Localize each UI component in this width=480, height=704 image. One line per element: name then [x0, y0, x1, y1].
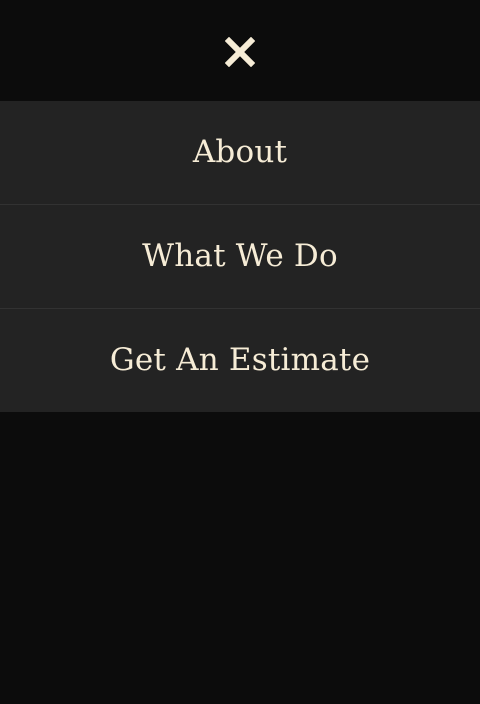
- close-button[interactable]: [220, 32, 260, 72]
- menu-item-what-we-do[interactable]: What We Do: [0, 205, 480, 309]
- menu-item-label: About: [192, 134, 288, 170]
- menu-item-label: What We Do: [142, 238, 338, 274]
- menu-list: About What We Do Get An Estimate: [0, 101, 480, 412]
- close-icon: [225, 36, 255, 67]
- menu-item-get-an-estimate[interactable]: Get An Estimate: [0, 309, 480, 412]
- menu-item-about[interactable]: About: [0, 101, 480, 205]
- mobile-menu-screen: About What We Do Get An Estimate: [0, 0, 480, 704]
- main-navigation: About What We Do Get An Estimate: [0, 101, 480, 412]
- menu-item-label: Get An Estimate: [109, 342, 371, 378]
- menu-header: [0, 0, 480, 101]
